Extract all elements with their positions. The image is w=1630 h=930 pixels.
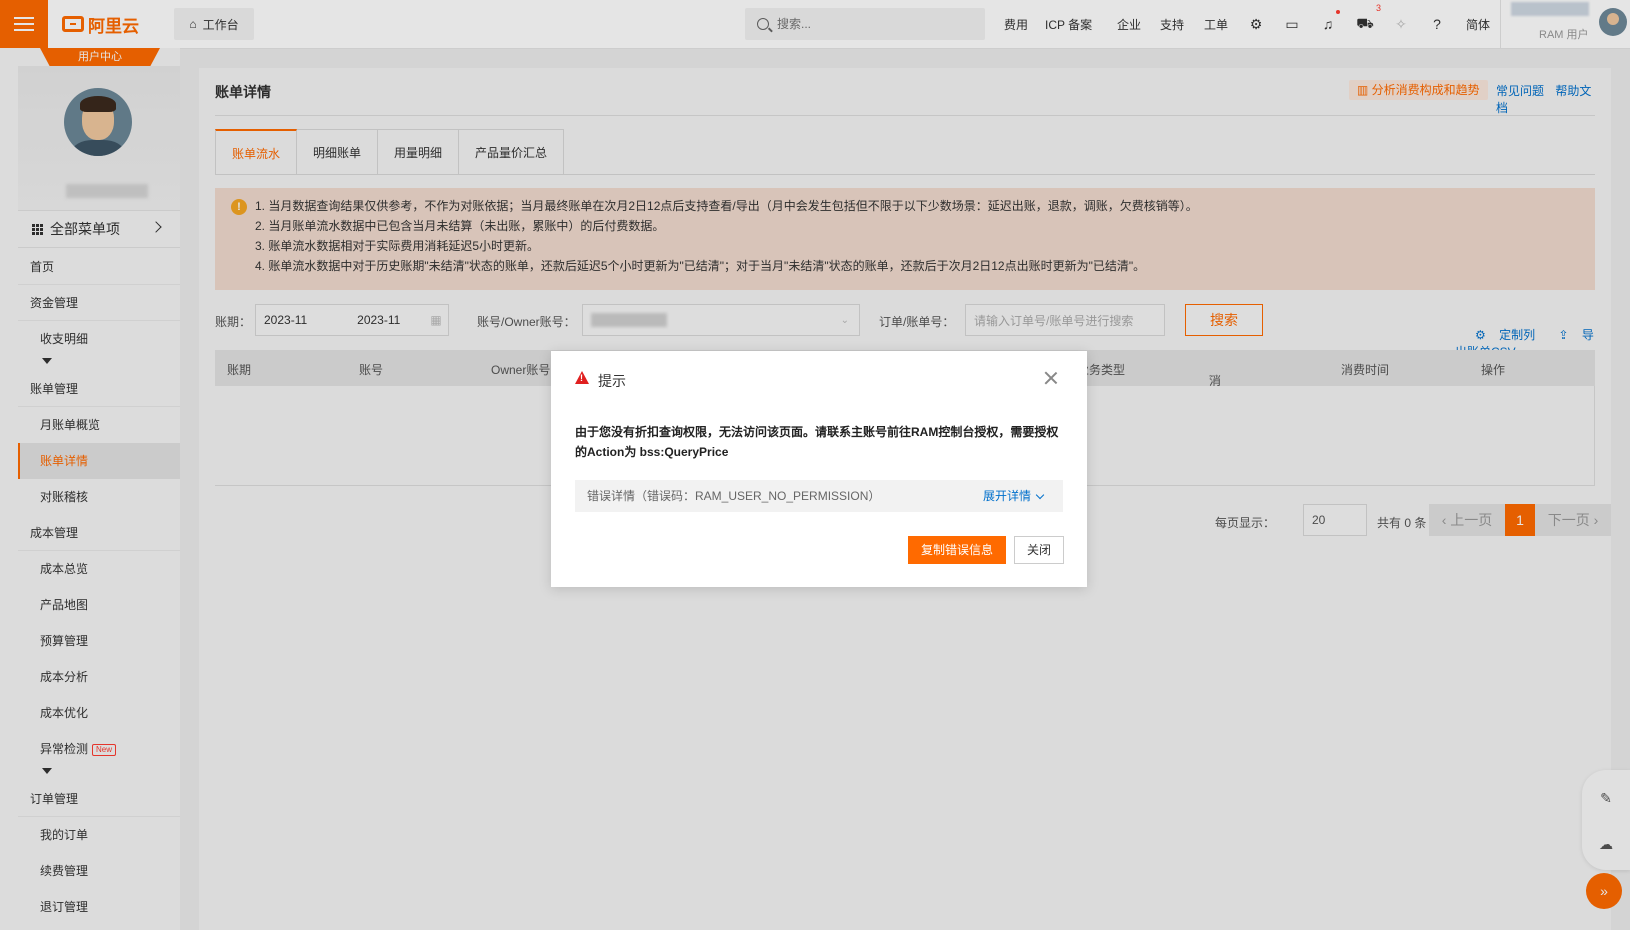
chevron-down-icon xyxy=(1035,490,1045,500)
warning-icon xyxy=(575,371,589,384)
expand-details-link[interactable]: 展开详情 xyxy=(983,480,1045,512)
close-button[interactable]: 关闭 xyxy=(1014,536,1064,564)
error-detail-bar: 错误详情（错误码：RAM_USER_NO_PERMISSION） 展开详情 xyxy=(575,480,1063,512)
dialog-message: 由于您没有折扣查询权限，无法访问该页面。请联系主账号前往RAM控制台授权，需要授… xyxy=(575,425,1059,459)
close-icon[interactable] xyxy=(1044,371,1058,385)
copy-error-button[interactable]: 复制错误信息 xyxy=(908,536,1006,564)
dialog-title: 提示 xyxy=(598,373,626,389)
permission-dialog: 提示 由于您没有折扣查询权限，无法访问该页面。请联系主账号前往RAM控制台授权，… xyxy=(551,351,1087,587)
